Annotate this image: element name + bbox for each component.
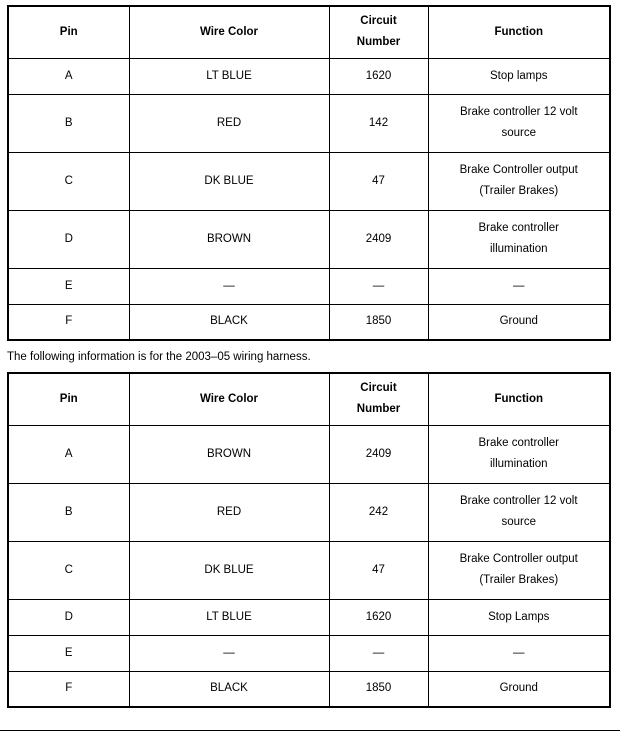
cell-function-line-1: Brake controller 12 volt <box>459 106 578 118</box>
cell-wire-color: LT BLUE <box>128 57 330 95</box>
column-header-wire-color: Wire Color <box>128 372 330 426</box>
cell-pin: D <box>7 598 130 636</box>
cell-function: Brake controller illumination <box>427 424 611 484</box>
table-row: A LT BLUE 1620 Stop lamps <box>7 57 611 95</box>
document-page: Pin Wire Color Circuit Number Function A… <box>0 0 620 734</box>
cell-wire-color: RED <box>128 93 330 153</box>
table-row: D BROWN 2409 Brake controller illuminati… <box>7 209 611 269</box>
cell-function-line-1: Brake Controller output <box>459 553 578 565</box>
column-header-pin: Pin <box>7 5 130 59</box>
column-header-circuit-line-1: Circuit <box>360 15 397 28</box>
cell-pin: E <box>7 634 130 672</box>
cell-function-line-2: (Trailer Brakes) <box>479 185 559 197</box>
table-header-row: Pin Wire Color Circuit Number Function <box>7 5 611 59</box>
cell-function-line-2: (Trailer Brakes) <box>479 574 559 586</box>
cell-wire-color: BLACK <box>128 670 330 708</box>
cell-function-line-1: Brake controller <box>478 437 560 449</box>
table-header-row: Pin Wire Color Circuit Number Function <box>7 372 611 426</box>
cell-circuit-number: 1620 <box>328 57 429 95</box>
column-header-circuit-number: Circuit Number <box>328 372 429 426</box>
table-2-body: A BROWN 2409 Brake controller illuminati… <box>7 424 611 708</box>
cell-function-line-2: illumination <box>489 243 548 255</box>
cell-function: Stop Lamps <box>427 598 611 636</box>
table-row: F BLACK 1850 Ground <box>7 303 611 341</box>
cell-wire-color: RED <box>128 482 330 542</box>
table-row: B RED 142 Brake controller 12 volt sourc… <box>7 93 611 153</box>
cell-circuit-number: 1850 <box>328 670 429 708</box>
column-header-circuit-line-2: Number <box>356 403 401 416</box>
cell-function-line-2: source <box>501 127 537 139</box>
cell-function: Brake controller illumination <box>427 209 611 269</box>
table-row: F BLACK 1850 Ground <box>7 670 611 708</box>
column-header-circuit-line-1: Circuit <box>360 382 397 395</box>
cell-circuit-number: 1620 <box>328 598 429 636</box>
column-header-wire-color: Wire Color <box>128 5 330 59</box>
cell-wire-color: BLACK <box>128 303 330 341</box>
page-footer-rule <box>0 730 620 731</box>
cell-function: Brake Controller output (Trailer Brakes) <box>427 151 611 211</box>
cell-function-line-1: Brake controller <box>478 222 560 234</box>
cell-pin: D <box>7 209 130 269</box>
table-row: E — — — <box>7 267 611 305</box>
cell-wire-color: DK BLUE <box>128 151 330 211</box>
wiring-table-2: Pin Wire Color Circuit Number Function A… <box>7 372 611 708</box>
cell-circuit-number: 2409 <box>328 424 429 484</box>
table-2-header: Pin Wire Color Circuit Number Function <box>7 372 611 426</box>
table-row: A BROWN 2409 Brake controller illuminati… <box>7 424 611 484</box>
cell-function: Ground <box>427 670 611 708</box>
table-1-header: Pin Wire Color Circuit Number Function <box>7 5 611 59</box>
cell-wire-color: BROWN <box>128 424 330 484</box>
cell-function: Brake Controller output (Trailer Brakes) <box>427 540 611 600</box>
cell-function-line-1: Brake Controller output <box>459 164 578 176</box>
cell-circuit-number: 47 <box>328 540 429 600</box>
cell-circuit-number: — <box>328 267 429 305</box>
cell-function-line-1: Brake controller 12 volt <box>459 495 578 507</box>
column-header-pin: Pin <box>7 372 130 426</box>
cell-circuit-number: 1850 <box>328 303 429 341</box>
cell-pin: A <box>7 424 130 484</box>
cell-wire-color: BROWN <box>128 209 330 269</box>
cell-circuit-number: — <box>328 634 429 672</box>
cell-pin: C <box>7 151 130 211</box>
wiring-table-1: Pin Wire Color Circuit Number Function A… <box>7 5 611 341</box>
cell-function: — <box>427 267 611 305</box>
cell-wire-color: LT BLUE <box>128 598 330 636</box>
harness-note: The following information is for the 200… <box>7 351 311 363</box>
cell-wire-color: — <box>128 634 330 672</box>
table-row: D LT BLUE 1620 Stop Lamps <box>7 598 611 636</box>
cell-circuit-number: 47 <box>328 151 429 211</box>
table-row: C DK BLUE 47 Brake Controller output (Tr… <box>7 540 611 600</box>
cell-circuit-number: 242 <box>328 482 429 542</box>
cell-function-line-2: illumination <box>489 458 548 470</box>
cell-wire-color: DK BLUE <box>128 540 330 600</box>
cell-pin: E <box>7 267 130 305</box>
cell-pin: F <box>7 303 130 341</box>
column-header-function: Function <box>427 5 611 59</box>
cell-wire-color: — <box>128 267 330 305</box>
cell-circuit-number: 2409 <box>328 209 429 269</box>
cell-pin: B <box>7 482 130 542</box>
cell-function: Stop lamps <box>427 57 611 95</box>
cell-function: Brake controller 12 volt source <box>427 482 611 542</box>
cell-pin: C <box>7 540 130 600</box>
cell-pin: A <box>7 57 130 95</box>
cell-function-line-2: source <box>501 516 537 528</box>
column-header-circuit-number: Circuit Number <box>328 5 429 59</box>
cell-function: — <box>427 634 611 672</box>
cell-pin: F <box>7 670 130 708</box>
column-header-function: Function <box>427 372 611 426</box>
cell-circuit-number: 142 <box>328 93 429 153</box>
cell-function: Ground <box>427 303 611 341</box>
table-row: B RED 242 Brake controller 12 volt sourc… <box>7 482 611 542</box>
column-header-circuit-line-2: Number <box>356 36 401 49</box>
cell-function: Brake controller 12 volt source <box>427 93 611 153</box>
cell-pin: B <box>7 93 130 153</box>
table-row: C DK BLUE 47 Brake Controller output (Tr… <box>7 151 611 211</box>
table-row: E — — — <box>7 634 611 672</box>
table-1-body: A LT BLUE 1620 Stop lamps B RED 142 Brak… <box>7 57 611 341</box>
